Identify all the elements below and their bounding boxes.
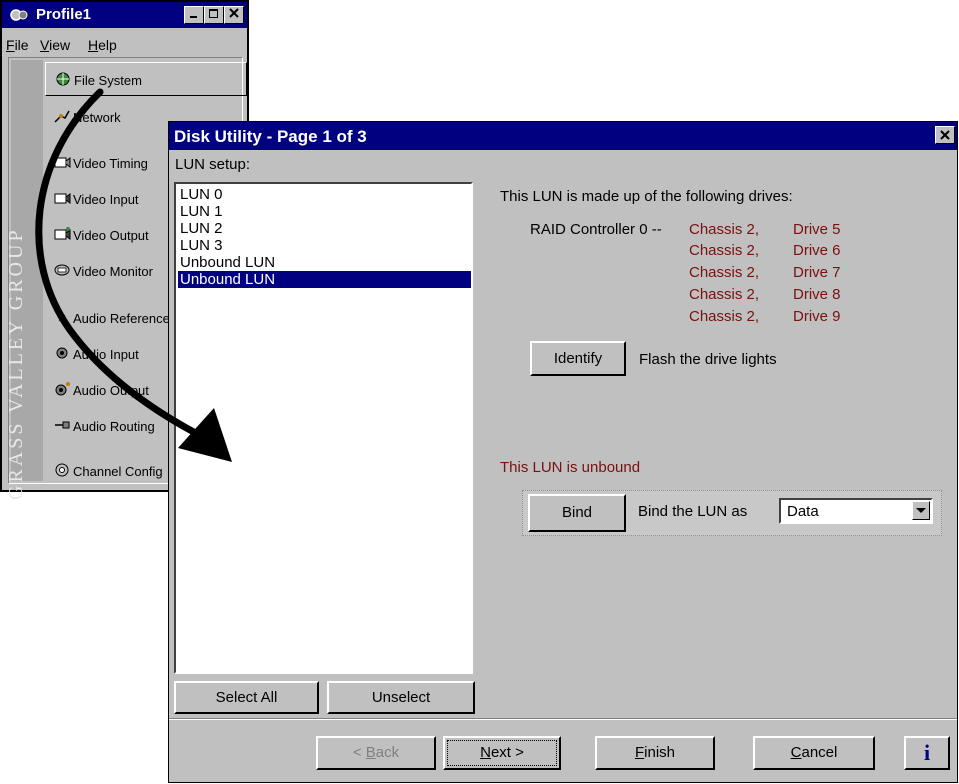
next-mnemonic: N bbox=[480, 744, 491, 761]
nav-label: File System bbox=[74, 73, 142, 88]
nav-label: Video Output bbox=[73, 228, 149, 243]
drive-chassis: Chassis 2, bbox=[689, 221, 760, 238]
select-all-button[interactable]: Select All bbox=[174, 681, 319, 714]
nav-label: Audio Routing bbox=[73, 419, 155, 434]
menu-view[interactable]: View bbox=[40, 37, 70, 53]
bind-description: Bind the LUN as bbox=[638, 503, 748, 520]
lun-list-item[interactable]: LUN 1 bbox=[178, 203, 471, 220]
nav-label: Audio Reference bbox=[73, 311, 170, 326]
profile-titlebar[interactable]: Profile1 bbox=[2, 2, 247, 28]
menu-help[interactable]: Help bbox=[88, 37, 117, 53]
chevron-down-icon bbox=[916, 508, 926, 513]
drive-chassis: Chassis 2, bbox=[689, 264, 760, 281]
drives-heading: This LUN is made up of the following dri… bbox=[500, 188, 793, 205]
file-system-icon bbox=[56, 72, 70, 86]
lun-list-item[interactable]: Unbound LUN bbox=[178, 254, 471, 271]
nav-label: Audio Output bbox=[73, 383, 149, 398]
group-logo: GRASS VALLEY GROUP bbox=[5, 227, 27, 500]
drive-number: Drive 9 bbox=[793, 308, 841, 325]
nav-label: Network bbox=[73, 110, 121, 125]
lun-list-item-selected[interactable]: Unbound LUN bbox=[178, 271, 471, 288]
drive-number: Drive 7 bbox=[793, 264, 841, 281]
finish-mnemonic: F bbox=[634, 744, 645, 761]
nav-label: Video Monitor bbox=[73, 264, 153, 279]
drive-number: Drive 8 bbox=[793, 286, 841, 303]
maximize-icon bbox=[209, 9, 218, 18]
info-button[interactable]: i bbox=[904, 736, 950, 770]
bottom-separator bbox=[169, 718, 957, 720]
lun-list-item[interactable]: LUN 0 bbox=[178, 186, 471, 203]
minimize-button[interactable] bbox=[184, 6, 204, 24]
maximize-button[interactable] bbox=[204, 6, 224, 24]
unselect-button[interactable]: Unselect bbox=[327, 681, 475, 714]
app-icon bbox=[10, 9, 28, 21]
menubar: File View Help bbox=[2, 30, 247, 56]
close-icon bbox=[229, 8, 239, 18]
cancel-mnemonic: C bbox=[790, 744, 802, 761]
video-input-icon bbox=[54, 193, 71, 204]
unbound-status: This LUN is unbound bbox=[500, 459, 641, 476]
cancel-button[interactable]: Cancel bbox=[753, 736, 875, 770]
next-label: ext > bbox=[490, 744, 524, 761]
dropdown-button[interactable] bbox=[912, 501, 930, 520]
raid-controller-label: RAID Controller 0 -- bbox=[530, 221, 662, 238]
drive-chassis: Chassis 2, bbox=[689, 286, 760, 303]
dialog-titlebar[interactable]: Disk Utility - Page 1 of 3 bbox=[169, 122, 957, 150]
lun-list-item[interactable]: LUN 2 bbox=[178, 220, 471, 237]
back-label: ack bbox=[375, 744, 400, 761]
nav-item-file-system[interactable]: File System bbox=[45, 62, 247, 96]
menu-file-mnemonic: F bbox=[6, 37, 15, 53]
minimize-icon bbox=[190, 16, 197, 18]
menu-help-label: elp bbox=[98, 37, 117, 53]
identify-button[interactable]: Identify bbox=[530, 341, 626, 376]
menu-help-mnemonic: H bbox=[88, 37, 99, 53]
video-timing-icon bbox=[54, 157, 71, 168]
dialog-close-button[interactable] bbox=[935, 126, 955, 144]
video-monitor-icon bbox=[54, 264, 70, 276]
close-button[interactable] bbox=[224, 6, 244, 24]
network-icon bbox=[54, 110, 70, 123]
bind-type-select[interactable]: Data bbox=[779, 498, 933, 524]
bind-button[interactable]: Bind bbox=[528, 494, 626, 532]
menu-file-label: ile bbox=[14, 37, 29, 53]
close-icon bbox=[940, 130, 950, 140]
profile-window-title: Profile1 bbox=[36, 6, 92, 23]
nav-label: Audio Input bbox=[73, 347, 139, 362]
finish-button[interactable]: Finish bbox=[595, 736, 715, 770]
drive-chassis: Chassis 2, bbox=[689, 308, 760, 325]
audio-reference-icon bbox=[55, 311, 68, 324]
drive-chassis: Chassis 2, bbox=[689, 242, 760, 259]
finish-label: inish bbox=[644, 744, 676, 761]
menu-view-mnemonic: V bbox=[40, 37, 50, 53]
lun-list[interactable]: LUN 0 LUN 1 LUN 2 LUN 3 Unbound LUN Unbo… bbox=[174, 182, 473, 674]
nav-label: Video Input bbox=[73, 192, 139, 207]
cancel-label: ancel bbox=[801, 744, 838, 761]
lun-list-item[interactable]: LUN 3 bbox=[178, 237, 471, 254]
audio-input-icon bbox=[56, 347, 68, 359]
info-icon: i bbox=[923, 740, 931, 765]
group-logo-strip: GRASS VALLEY GROUP bbox=[5, 60, 43, 500]
back-button[interactable]: < Back bbox=[316, 736, 436, 770]
lun-setup-label: LUN setup: bbox=[175, 156, 251, 173]
menu-view-label: iew bbox=[49, 37, 71, 53]
bind-type-value: Data bbox=[787, 503, 819, 520]
audio-routing-icon bbox=[55, 421, 70, 429]
video-output-icon bbox=[54, 227, 71, 240]
dialog-title: Disk Utility - Page 1 of 3 bbox=[174, 127, 367, 146]
channel-config-icon bbox=[55, 463, 69, 477]
nav-label: Channel Config bbox=[73, 464, 163, 479]
identify-description: Flash the drive lights bbox=[639, 351, 777, 368]
next-button[interactable]: Next > bbox=[443, 736, 561, 770]
disk-utility-dialog: Disk Utility - Page 1 of 3 LUN setup: LU… bbox=[168, 121, 958, 783]
nav-label: Video Timing bbox=[73, 156, 148, 171]
back-prefix: < bbox=[352, 744, 366, 761]
drive-number: Drive 6 bbox=[793, 242, 841, 259]
drive-number: Drive 5 bbox=[793, 221, 841, 238]
menu-file[interactable]: File bbox=[6, 37, 29, 53]
back-mnemonic: B bbox=[365, 744, 376, 761]
audio-output-icon bbox=[55, 382, 70, 396]
